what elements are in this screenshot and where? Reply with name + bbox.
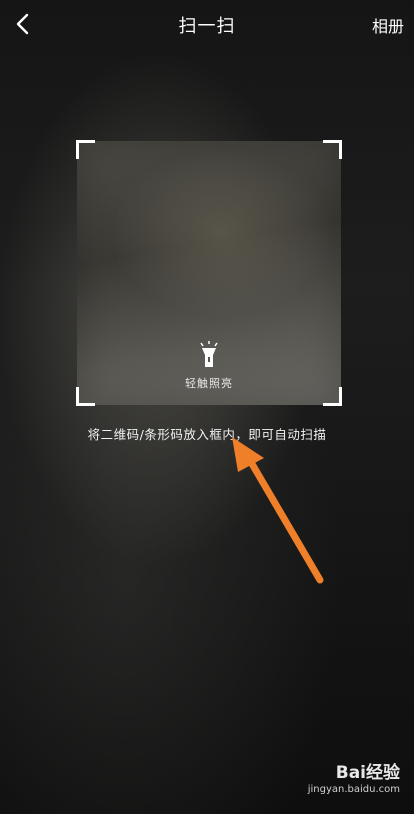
top-bar: 扫一扫 相册 <box>0 0 414 48</box>
flashlight-label: 轻触照亮 <box>185 377 233 390</box>
watermark-url: jingyan.baidu.com <box>307 784 400 795</box>
album-button[interactable]: 相册 <box>372 13 404 37</box>
flashlight-toggle[interactable]: 轻触照亮 <box>77 341 341 391</box>
scan-frame: 轻触照亮 <box>76 140 342 406</box>
page-title: 扫一扫 <box>178 16 236 37</box>
scan-hint: 将二维码/条形码放入框内，即可自动扫描 <box>87 427 327 442</box>
corner-top-right <box>323 140 342 159</box>
flashlight-icon <box>200 341 218 367</box>
watermark-logo: Bai经验 <box>335 763 400 783</box>
annotation-arrow <box>232 437 324 584</box>
watermark: Bai经验 jingyan.baidu.com <box>308 758 400 795</box>
corner-top-left <box>76 140 95 159</box>
